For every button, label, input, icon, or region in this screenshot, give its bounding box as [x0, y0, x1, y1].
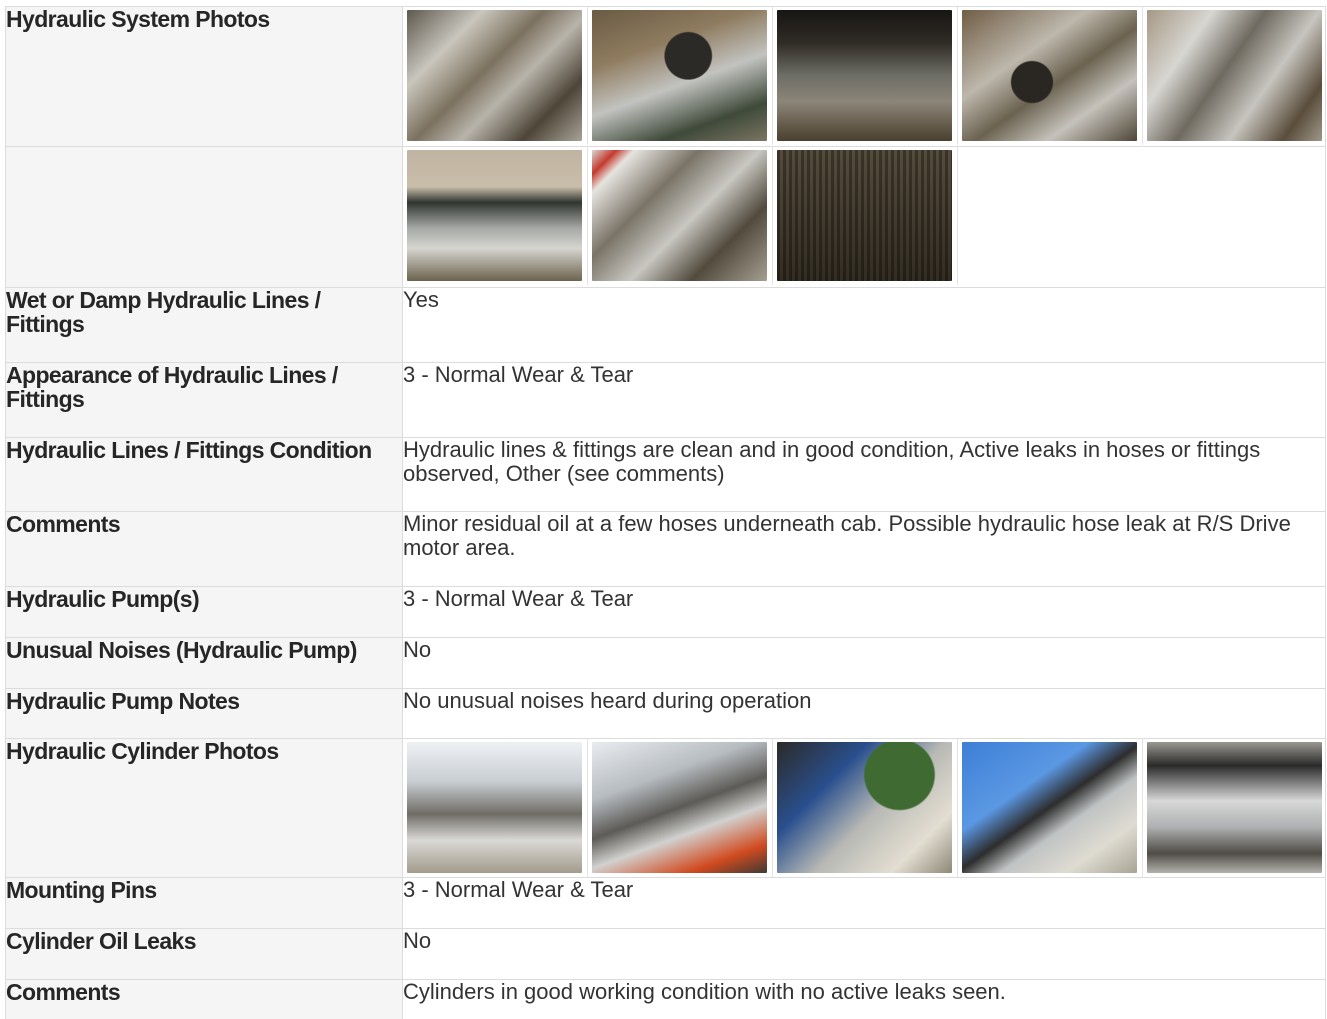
table-row: Comments Cylinders in good working condi… [5, 979, 1326, 1019]
photo-gallery [402, 146, 1326, 288]
hydraulic-cylinder-photo-thumbnail[interactable] [777, 742, 952, 873]
photo-gallery [402, 6, 1326, 147]
row-label: Hydraulic Lines / Fittings Condition [5, 437, 403, 512]
table-row: Unusual Noises (Hydraulic Pump) No [5, 637, 1326, 689]
table-row: Comments Minor residual oil at a few hos… [5, 511, 1326, 587]
row-value: No [402, 928, 1326, 980]
hydraulic-system-photo-thumbnail[interactable] [407, 150, 582, 281]
table-row: Appearance of Hydraulic Lines / Fittings… [5, 362, 1326, 438]
row-value: 3 - Normal Wear & Tear [402, 586, 1326, 638]
table-row: Wet or Damp Hydraulic Lines / Fittings Y… [5, 287, 1326, 363]
row-label-empty [5, 146, 403, 288]
row-label: Mounting Pins [5, 877, 403, 929]
table-row: Hydraulic Cylinder Photos [5, 738, 1326, 878]
table-row: Hydraulic Pump Notes No unusual noises h… [5, 688, 1326, 739]
hydraulic-system-photo-thumbnail[interactable] [592, 150, 767, 281]
row-label: Hydraulic System Photos [5, 6, 403, 147]
hydraulic-system-photo-thumbnail[interactable] [777, 150, 952, 281]
row-label: Hydraulic Pump(s) [5, 586, 403, 638]
row-label: Cylinder Oil Leaks [5, 928, 403, 980]
inspection-table: Hydraulic System Photos Wet or Damp Hydr… [5, 6, 1326, 1019]
row-value: Minor residual oil at a few hoses undern… [402, 511, 1326, 587]
table-row: Hydraulic System Photos [5, 6, 1326, 147]
table-row: Cylinder Oil Leaks No [5, 928, 1326, 980]
hydraulic-cylinder-photo-thumbnail[interactable] [1147, 742, 1322, 873]
row-label: Hydraulic Cylinder Photos [5, 738, 403, 878]
hydraulic-cylinder-photo-thumbnail[interactable] [592, 742, 767, 873]
row-label: Wet or Damp Hydraulic Lines / Fittings [5, 287, 403, 363]
row-value: No [402, 637, 1326, 689]
hydraulic-system-photo-thumbnail[interactable] [407, 10, 582, 141]
hydraulic-system-photo-thumbnail[interactable] [962, 10, 1137, 141]
row-label: Hydraulic Pump Notes [5, 688, 403, 739]
hydraulic-cylinder-photo-thumbnail[interactable] [407, 742, 582, 873]
row-value: 3 - Normal Wear & Tear [402, 877, 1326, 929]
row-value: Hydraulic lines & fittings are clean and… [402, 437, 1326, 512]
row-label: Unusual Noises (Hydraulic Pump) [5, 637, 403, 689]
hydraulic-cylinder-photo-thumbnail[interactable] [962, 742, 1137, 873]
row-value: 3 - Normal Wear & Tear [402, 362, 1326, 438]
hydraulic-system-photo-thumbnail[interactable] [592, 10, 767, 141]
table-row: Hydraulic Lines / Fittings Condition Hyd… [5, 437, 1326, 512]
row-label: Appearance of Hydraulic Lines / Fittings [5, 362, 403, 438]
row-value: No unusual noises heard during operation [402, 688, 1326, 739]
row-value: Yes [402, 287, 1326, 363]
table-row [5, 146, 1326, 288]
row-label: Comments [5, 979, 403, 1019]
photo-gallery [402, 738, 1326, 878]
row-value: Cylinders in good working condition with… [402, 979, 1326, 1019]
table-row: Mounting Pins 3 - Normal Wear & Tear [5, 877, 1326, 929]
row-label: Comments [5, 511, 403, 587]
table-row: Hydraulic Pump(s) 3 - Normal Wear & Tear [5, 586, 1326, 638]
hydraulic-system-photo-thumbnail[interactable] [1147, 10, 1322, 141]
inspection-report-page: Hydraulic System Photos Wet or Damp Hydr… [0, 0, 1327, 1019]
hydraulic-system-photo-thumbnail[interactable] [777, 10, 952, 141]
